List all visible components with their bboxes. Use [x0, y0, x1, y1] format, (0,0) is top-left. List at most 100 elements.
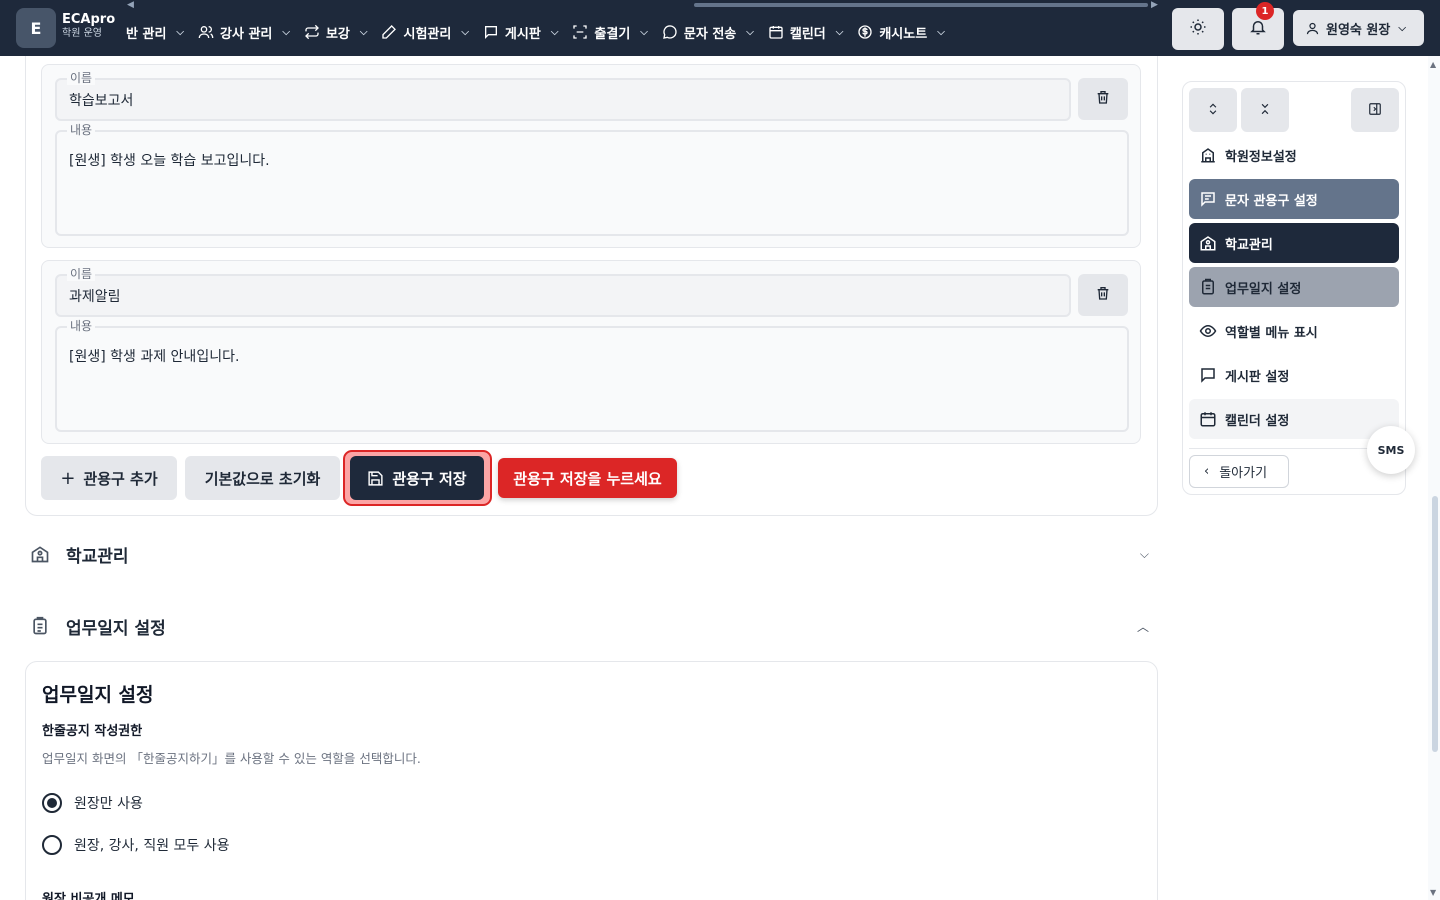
user-menu-button[interactable]: 원영숙 원장 ⌵ [1293, 10, 1424, 46]
scroll-down-icon[interactable]: ▼ [1430, 888, 1436, 897]
card-title: 업무일지 설정 [42, 684, 154, 706]
top-navigation-bar: E ECApro 학원 운영 ◀ ▶ 반 관리 ⌵ 강사 관리 ⌵ 보강 ⌵ 시험관리… [0, 0, 1440, 56]
radio-label: 원장, 강사, 직원 모두 사용 [74, 838, 230, 854]
reset-defaults-button[interactable]: 기본값으로 초기화 [185, 456, 340, 500]
nav-scroll-right-icon[interactable]: ▶ [1151, 0, 1158, 10]
notifications-button[interactable]: 1 [1232, 2, 1284, 50]
toggle-panel-button[interactable] [1351, 88, 1399, 132]
chevron-up-icon: ︿ [1136, 619, 1149, 634]
panel-item-academy-info[interactable]: 학원정보설정 [1189, 135, 1399, 175]
chevron-down-icon: ⌵ [1398, 22, 1406, 34]
section-header-school[interactable]: 학교관리 ⌵ [30, 534, 1155, 574]
setting-description: 업무일지 화면의 「한줄공지하기」를 사용할 수 있는 역할을 선택합니다. [42, 751, 421, 766]
collapse-all-button[interactable] [1241, 88, 1289, 132]
panel-right-icon [1368, 101, 1382, 120]
repeat-icon [304, 24, 320, 40]
panel-item-label: 역할별 메뉴 표시 [1225, 325, 1318, 341]
template-content-value: [원생] 학생 과제 안내입니다. [69, 349, 240, 365]
users-icon [198, 24, 214, 40]
section-title: 업무일지 설정 [66, 618, 166, 639]
template-content-value: [원생] 학생 오늘 학습 보고입니다. [69, 153, 270, 169]
setting-label: 한줄공지 작성권한 [42, 724, 143, 739]
save-templates-button[interactable]: 관용구 저장 [350, 456, 484, 500]
panel-item-label: 학원정보설정 [1225, 149, 1297, 165]
nav-makeup[interactable]: 보강 ⌵ [304, 12, 382, 52]
nav-teacher-management[interactable]: 강사 관리 ⌵ [198, 12, 304, 52]
nav-board[interactable]: 게시판 ⌵ [483, 12, 572, 52]
chevron-down-icon: ⌵ [1139, 546, 1149, 561]
trash-icon [1095, 89, 1111, 109]
panel-item-sms-templates[interactable]: 문자 관용구 설정 [1189, 179, 1399, 219]
nav-scroll-left-icon[interactable]: ◀ [127, 0, 134, 10]
notification-badge: 1 [1256, 2, 1274, 20]
panel-item-label: 학교관리 [1225, 237, 1273, 253]
nav-scrollbar[interactable] [694, 3, 1148, 7]
template-name-value: 과제알림 [69, 289, 121, 305]
button-label: 관용구 추가 [83, 469, 158, 488]
panel-item-label: 캘린더 설정 [1225, 413, 1290, 429]
panel-item-calendar[interactable]: 캘린더 설정 [1189, 399, 1399, 439]
logo-letter: E [30, 18, 42, 38]
calendar-icon [768, 24, 784, 40]
field-legend: 내용 [67, 123, 96, 137]
nav-label: 게시판 [504, 26, 541, 42]
delete-template-button[interactable] [1078, 78, 1128, 120]
template-name-field[interactable]: 이름 과제알림 [55, 267, 1071, 317]
nav-label: 캐시노트 [879, 26, 928, 42]
nav-label: 캘린더 [789, 26, 826, 42]
brand: ECApro 학원 운영 [62, 12, 115, 40]
nav-attendance[interactable]: 출결기 ⌵ [572, 12, 661, 52]
expand-all-button[interactable] [1189, 88, 1237, 132]
button-label: 돌아가기 [1219, 466, 1268, 481]
panel-item-school[interactable]: 학교관리 [1189, 223, 1399, 263]
template-content-field[interactable]: 내용 [원생] 학생 과제 안내입니다. [55, 319, 1129, 432]
radio-checked-icon [42, 793, 62, 813]
scrollbar-thumb[interactable] [1432, 496, 1438, 752]
nav-label: 반 관리 [126, 26, 167, 42]
theme-toggle-button[interactable] [1172, 8, 1224, 50]
nav-label: 문자 전송 [683, 26, 737, 42]
field-legend: 내용 [67, 319, 96, 333]
user-icon [1305, 21, 1320, 36]
nav-sms[interactable]: 문자 전송 ⌵ [662, 12, 768, 52]
radio-label: 원장만 사용 [74, 796, 143, 812]
dollar-icon [857, 24, 873, 40]
setting-label: 원장 비공개 메모 [42, 892, 135, 900]
add-template-button[interactable]: + 관용구 추가 [41, 456, 177, 500]
delete-template-button[interactable] [1078, 274, 1128, 316]
template-content-field[interactable]: 내용 [원생] 학생 오늘 학습 보고입니다. [55, 123, 1129, 236]
chevron-down-icon: ⌵ [282, 26, 290, 38]
chevron-down-icon: ⌵ [461, 26, 469, 38]
fab-label: SMS [1377, 443, 1405, 457]
page-scrollbar[interactable]: ▲ ▼ [1428, 56, 1440, 900]
save-icon [367, 470, 384, 487]
eye-icon [1199, 322, 1217, 340]
panel-item-worklog[interactable]: 업무일지 설정 [1189, 267, 1399, 307]
chevron-down-icon: ⌵ [937, 26, 945, 38]
chevron-down-icon: ⌵ [746, 26, 754, 38]
button-label: 관용구 저장 [392, 469, 467, 488]
calendar-icon [1199, 410, 1217, 428]
brand-subtitle: 학원 운영 [62, 28, 102, 39]
radio-director-only[interactable]: 원장만 사용 [42, 793, 143, 813]
panel-item-role-menu[interactable]: 역할별 메뉴 표시 [1189, 311, 1399, 351]
radio-all-roles[interactable]: 원장, 강사, 직원 모두 사용 [42, 835, 230, 855]
nav-class-management[interactable]: 반 관리 ⌵ [126, 12, 198, 52]
nav-exam-management[interactable]: 시험관리 ⌵ [381, 12, 482, 52]
scan-icon [572, 24, 588, 40]
sms-floating-button[interactable]: SMS [1367, 426, 1415, 474]
back-button[interactable]: ‹ 돌아가기 [1189, 455, 1289, 488]
section-header-worklog[interactable]: 업무일지 설정 ︿ [30, 606, 1155, 646]
nav-cashnote[interactable]: 캐시노트 ⌵ [857, 12, 958, 52]
nav-label: 출결기 [594, 26, 631, 42]
bell-icon [1249, 18, 1267, 40]
message-square-icon [1199, 366, 1217, 384]
button-label: 기본값으로 초기화 [204, 469, 321, 488]
panel-item-board[interactable]: 게시판 설정 [1189, 355, 1399, 395]
scroll-up-icon[interactable]: ▲ [1430, 60, 1436, 69]
template-name-value: 학습보고서 [69, 93, 134, 109]
template-name-field[interactable]: 이름 학습보고서 [55, 71, 1071, 121]
nav-calendar[interactable]: 캘린더 ⌵ [768, 12, 857, 52]
panel-item-label: 게시판 설정 [1225, 369, 1290, 385]
app-logo[interactable]: E [16, 8, 56, 48]
